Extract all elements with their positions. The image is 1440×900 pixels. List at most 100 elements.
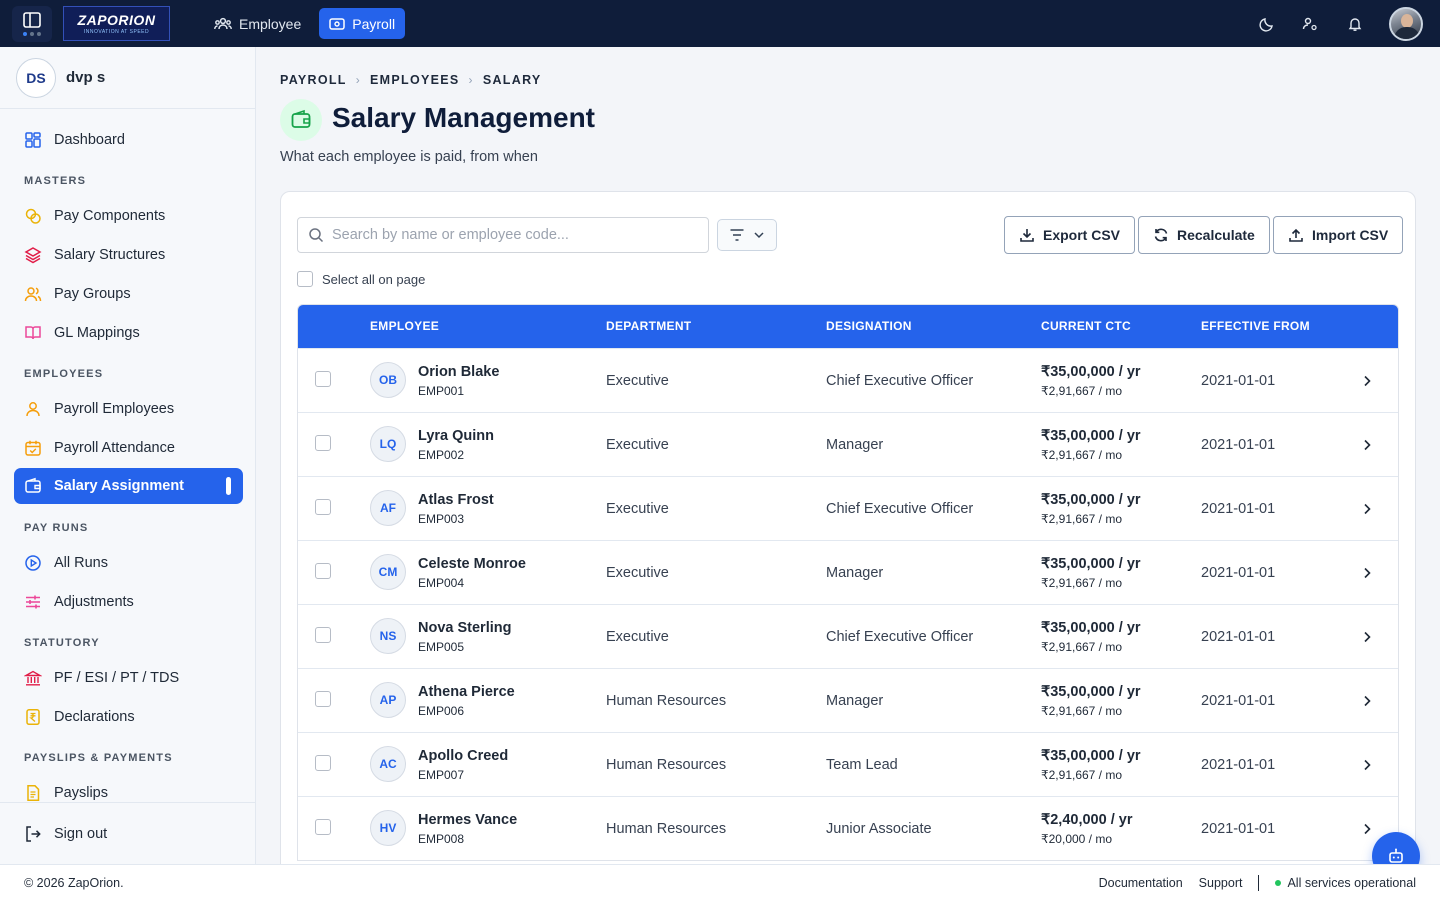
- calendar-icon: [24, 439, 42, 457]
- table-row[interactable]: LQ Lyra Quinn EMP002 Executive Manager ₹35,00…: [298, 412, 1398, 476]
- user-settings-icon[interactable]: [1300, 14, 1320, 34]
- top-nav-payroll[interactable]: Payroll: [319, 8, 406, 39]
- breadcrumb-payroll[interactable]: PAYROLL: [280, 73, 347, 87]
- chevron-right-icon[interactable]: [1359, 373, 1375, 389]
- recalculate-button[interactable]: Recalculate: [1138, 216, 1270, 254]
- table-row[interactable]: NS Nova Sterling EMP005 Executive Chief Exec…: [298, 604, 1398, 668]
- row-checkbox[interactable]: [315, 563, 331, 579]
- column-header-department[interactable]: DEPARTMENT: [606, 319, 691, 333]
- search-icon: [309, 228, 324, 243]
- select-all-checkbox[interactable]: [297, 271, 313, 287]
- row-checkbox[interactable]: [315, 819, 331, 835]
- employee-name[interactable]: Celeste Monroe: [418, 556, 526, 572]
- logout-icon: [24, 825, 42, 843]
- employee-code: EMP004: [418, 576, 465, 590]
- row-checkbox[interactable]: [315, 435, 331, 451]
- sidebar-item-pf-esi-pt-tds[interactable]: PF / ESI / PT / TDS: [14, 660, 243, 696]
- table-row[interactable]: CM Celeste Monroe EMP004 Executive Manager ₹3…: [298, 540, 1398, 604]
- table-row[interactable]: AP Athena Pierce EMP006 Human Resources Mana…: [298, 668, 1398, 732]
- footer: © 2026 ZapOrion. Documentation Support A…: [0, 864, 1440, 900]
- chevron-right-icon[interactable]: [1359, 821, 1375, 837]
- monthly-ctc: ₹2,91,667 / mo: [1041, 704, 1123, 718]
- employee-avatar: AP: [370, 682, 406, 718]
- row-checkbox[interactable]: [315, 371, 331, 387]
- top-nav-employee[interactable]: Employee: [204, 8, 311, 39]
- annual-ctc: ₹35,00,000 / yr: [1041, 364, 1141, 380]
- effective-date: 2021-01-01: [1201, 373, 1276, 389]
- zaporion-logo[interactable]: ZAPORION INNOVATION AT SPEED: [63, 6, 170, 41]
- table-row[interactable]: OB Orion Blake EMP001 Executive Chief Execut…: [298, 348, 1398, 412]
- chevron-right-icon[interactable]: [1359, 693, 1375, 709]
- section-payslips-payments: PAYSLIPS & PAYMENTS: [24, 752, 173, 764]
- employee-name[interactable]: Atlas Frost: [418, 492, 494, 508]
- employee-code: EMP001: [418, 384, 465, 398]
- sidebar-item-label: Salary Structures: [54, 247, 166, 263]
- sidebar-toggle-button[interactable]: [12, 6, 52, 42]
- bell-icon[interactable]: [1345, 14, 1365, 34]
- filter-button[interactable]: [717, 219, 777, 251]
- export-csv-button[interactable]: Export CSV: [1004, 216, 1136, 254]
- search-input[interactable]: [332, 227, 692, 243]
- import-csv-button[interactable]: Import CSV: [1273, 216, 1404, 254]
- chevron-right-icon[interactable]: [1359, 757, 1375, 773]
- sidebar-item-salary-structures[interactable]: Salary Structures: [14, 237, 243, 273]
- chevron-right-icon[interactable]: [1359, 629, 1375, 645]
- employee-name[interactable]: Lyra Quinn: [418, 428, 494, 444]
- sidebar-item-adjustments[interactable]: Adjustments: [14, 584, 243, 620]
- row-checkbox[interactable]: [315, 499, 331, 515]
- sidebar-item-pay-groups[interactable]: Pay Groups: [14, 276, 243, 312]
- department-cell: Executive: [606, 565, 669, 581]
- top-nav: Employee Payroll: [204, 8, 406, 39]
- column-header-employee[interactable]: EMPLOYEE: [370, 319, 439, 333]
- effective-date: 2021-01-01: [1201, 693, 1276, 709]
- department-cell: Human Resources: [606, 821, 727, 837]
- user-profile[interactable]: DS dvp s: [0, 47, 255, 109]
- column-header-effective-from[interactable]: EFFECTIVE FROM: [1201, 319, 1310, 333]
- status-dot: [1275, 880, 1282, 886]
- column-header-current-ctc[interactable]: CURRENT CTC: [1041, 319, 1131, 333]
- employee-name[interactable]: Athena Pierce: [418, 684, 515, 700]
- select-all-label: Select all on page: [322, 271, 426, 287]
- employee-name[interactable]: Nova Sterling: [418, 620, 511, 636]
- user-avatar[interactable]: [1389, 7, 1423, 41]
- row-checkbox[interactable]: [315, 627, 331, 643]
- sidebar-item-payroll-attendance[interactable]: Payroll Attendance: [14, 430, 243, 466]
- status-indicator[interactable]: All services operational: [1275, 876, 1416, 890]
- copyright: © 2026 ZapOrion.: [24, 876, 124, 890]
- chevron-right-icon[interactable]: [1359, 501, 1375, 517]
- employee-name[interactable]: Hermes Vance: [418, 812, 517, 828]
- employee-name[interactable]: Orion Blake: [418, 364, 499, 380]
- sidebar-item-dashboard[interactable]: Dashboard: [14, 122, 243, 158]
- employee-code: EMP005: [418, 640, 465, 654]
- column-header-designation[interactable]: DESIGNATION: [826, 319, 912, 333]
- sidebar-item-declarations[interactable]: Declarations: [14, 699, 243, 735]
- employee-code: EMP006: [418, 704, 465, 718]
- sidebar-item-all-runs[interactable]: All Runs: [14, 545, 243, 581]
- signout-button[interactable]: Sign out: [0, 802, 256, 864]
- support-link[interactable]: Support: [1199, 876, 1243, 890]
- row-checkbox[interactable]: [315, 691, 331, 707]
- panel-icon: [23, 12, 41, 28]
- sidebar-item-gl-mappings[interactable]: GL Mappings: [14, 315, 243, 351]
- moon-icon[interactable]: [1257, 14, 1277, 34]
- table-row[interactable]: AC Apollo Creed EMP007 Human Resources Team …: [298, 732, 1398, 796]
- row-checkbox[interactable]: [315, 755, 331, 771]
- breadcrumb-employees[interactable]: EMPLOYEES: [370, 73, 460, 87]
- table-row[interactable]: AF Atlas Frost EMP003 Executive Chief Execut…: [298, 476, 1398, 540]
- sidebar-item-payroll-employees[interactable]: Payroll Employees: [14, 391, 243, 427]
- chevron-right-icon: ›: [468, 73, 474, 87]
- sidebar-item-label: Payroll Employees: [54, 401, 175, 417]
- table-row[interactable]: HV Hermes Vance EMP008 Human Resources Junio…: [298, 796, 1398, 860]
- section-statutory: STATUTORY: [24, 637, 100, 649]
- chevron-right-icon[interactable]: [1359, 437, 1375, 453]
- employee-name[interactable]: Apollo Creed: [418, 748, 508, 764]
- play-circle-icon: [24, 554, 42, 572]
- chevron-right-icon[interactable]: [1359, 565, 1375, 581]
- search-box: [297, 217, 709, 253]
- department-cell: Executive: [606, 629, 669, 645]
- sidebar-item-salary-assignment[interactable]: Salary Assignment: [14, 468, 243, 504]
- annual-ctc: ₹35,00,000 / yr: [1041, 620, 1141, 636]
- documentation-link[interactable]: Documentation: [1099, 876, 1183, 890]
- status-text: All services operational: [1287, 876, 1416, 890]
- sidebar-item-pay-components[interactable]: Pay Components: [14, 198, 243, 234]
